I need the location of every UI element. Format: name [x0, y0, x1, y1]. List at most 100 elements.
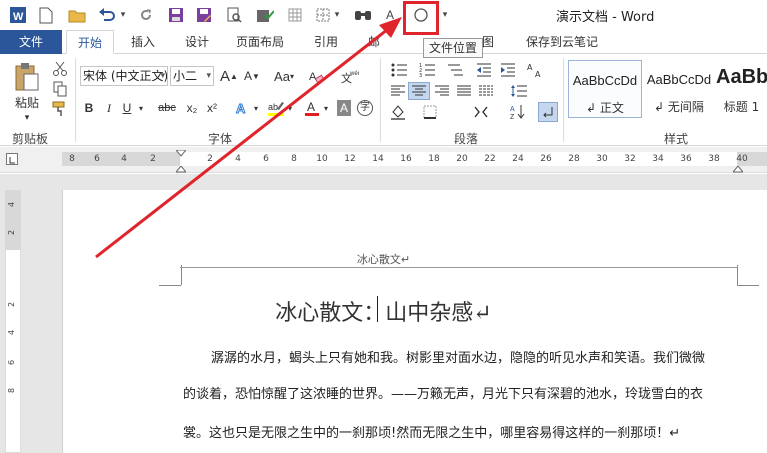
subscript-button[interactable]: x₂ — [184, 98, 200, 118]
tab-selector-icon[interactable] — [6, 153, 18, 165]
multilevel-list-icon[interactable] — [444, 60, 466, 80]
tab-mailings[interactable]: 邮 — [368, 30, 380, 54]
find-icon[interactable] — [352, 5, 374, 25]
line-spacing-icon[interactable] — [508, 82, 530, 100]
tab-home[interactable]: 开始 — [66, 30, 114, 54]
tab-view[interactable]: 图 — [482, 30, 494, 54]
new-icon[interactable] — [36, 5, 56, 25]
grow-font-button[interactable]: A ▲ — [220, 66, 238, 86]
numbering-icon[interactable]: 123 — [416, 60, 438, 80]
clear-format-icon[interactable]: A — [306, 66, 326, 86]
paragraph-line[interactable]: 潺潺的水月，蝎头上只有她和我。树影里对面水边，隐隐的听见水声和笑语。我们微微 — [183, 347, 738, 366]
increase-indent-icon[interactable] — [498, 60, 518, 80]
border-dropdown-icon[interactable]: ▾ — [332, 5, 342, 25]
align-center-icon[interactable] — [408, 82, 430, 100]
style-no-spacing[interactable]: AaBbCcDd ↲ 无间隔 — [642, 60, 716, 118]
sort-icon[interactable] — [470, 102, 492, 122]
undo-icon[interactable] — [96, 5, 118, 25]
font-size-icon[interactable]: A — [382, 5, 398, 25]
chinese-layout-icon[interactable]: AA — [524, 60, 546, 80]
change-case-button[interactable]: Aa ▾ — [270, 66, 298, 86]
underline-dropdown-icon[interactable]: ▾ — [136, 98, 146, 118]
text-effects-dropdown-icon[interactable]: ▾ — [252, 98, 260, 118]
table-icon[interactable] — [286, 5, 304, 25]
strikethrough-button[interactable]: abc — [156, 98, 178, 118]
border-icon[interactable] — [314, 5, 332, 25]
decrease-indent-icon[interactable] — [474, 60, 494, 80]
sort-az-icon[interactable]: AZ — [508, 102, 528, 122]
tab-references[interactable]: 引用 — [314, 30, 338, 54]
ruler-tick: 8 — [291, 154, 297, 164]
style-sample: AaBb — [716, 66, 767, 88]
bullets-icon[interactable] — [388, 60, 410, 80]
show-marks-icon[interactable] — [538, 102, 558, 122]
cut-icon[interactable] — [50, 60, 70, 78]
paragraph-line[interactable]: 的谈着，恐怕惊醒了这浓睡的世界。——万籁无声，月光下只有深碧的池水，玲珑雪白的衣 — [183, 383, 738, 402]
char-shading-button[interactable]: A — [336, 98, 352, 118]
clipboard-group-label: 剪贴板 — [12, 132, 49, 146]
tab-file[interactable]: 文件 — [0, 30, 62, 54]
title-bar: W ▾ ▾ A ▾ 演示文档 - Word — [0, 0, 767, 30]
horizontal-ruler[interactable]: 8 6 4 2 2 4 6 8 10 12 14 16 18 20 22 24 … — [0, 147, 767, 173]
crop-mark — [737, 285, 759, 286]
italic-button[interactable]: I — [102, 98, 116, 118]
change-case-label: Aa — [274, 68, 290, 84]
paragraph-line[interactable]: 裳。这也只是无限之生中的一刹那顷!然而无限之生中，哪里容易得这样的一刹那顷！↵ — [183, 422, 738, 441]
shading-icon[interactable] — [388, 102, 408, 122]
superscript-button[interactable]: x² — [204, 98, 220, 118]
open-icon[interactable] — [66, 5, 88, 25]
ribbon: 粘贴 ▾ 剪贴板 宋体 (中文正文)▾ 小二▾ A▲ A▼ Aa▾ A 文wén… — [0, 54, 767, 146]
redo-icon[interactable] — [137, 5, 155, 25]
font-size-select[interactable]: 小二 ▾ — [170, 66, 214, 86]
ruler-tick: 26 — [540, 154, 552, 164]
tab-page-layout[interactable]: 页面布局 — [236, 30, 284, 54]
align-right-icon[interactable] — [432, 82, 452, 100]
enclose-char-button[interactable]: 字 — [356, 98, 374, 118]
copy-icon[interactable] — [50, 80, 70, 98]
bold-button[interactable]: B — [82, 98, 96, 118]
underline-button[interactable]: U — [120, 98, 134, 118]
distributed-icon[interactable] — [476, 82, 496, 100]
highlight-icon[interactable]: ab — [266, 98, 286, 118]
align-left-icon[interactable] — [388, 82, 408, 100]
justify-icon[interactable] — [454, 82, 474, 100]
font-name-value: 宋体 (中文正文) — [83, 69, 168, 83]
borders-icon[interactable] — [420, 102, 440, 122]
font-color-icon[interactable]: A — [302, 98, 322, 118]
first-line-indent-handle[interactable] — [174, 147, 188, 157]
ruler-tick: 40 — [736, 154, 748, 164]
tab-design[interactable]: 设计 — [185, 30, 209, 54]
save-icon[interactable] — [166, 5, 186, 25]
style-heading-1[interactable]: AaBb 标题 1 — [716, 60, 767, 118]
tab-insert[interactable]: 插入 — [131, 30, 155, 54]
save-as-icon[interactable] — [194, 5, 214, 25]
tab-cloud-notes[interactable]: 保存到云笔记 — [526, 30, 598, 54]
font-name-select[interactable]: 宋体 (中文正文) ▾ — [80, 66, 168, 86]
phonetic-guide-icon[interactable]: 文wén — [340, 66, 360, 86]
vertical-ruler-tick: 4 — [7, 329, 17, 336]
spell-check-icon[interactable] — [254, 5, 276, 25]
right-indent-handle[interactable] — [731, 164, 745, 173]
ruler-tick: 28 — [568, 154, 580, 164]
crop-mark — [159, 285, 181, 286]
paste-dropdown-icon[interactable]: ▾ — [18, 112, 36, 124]
style-name-text: 标题 1 — [723, 100, 760, 114]
shrink-font-button[interactable]: A ▼ — [243, 66, 261, 86]
paste-icon[interactable] — [10, 60, 44, 94]
highlight-dropdown-icon[interactable]: ▾ — [286, 98, 294, 118]
format-painter-icon[interactable] — [50, 100, 70, 118]
word-icon[interactable]: W — [8, 5, 28, 25]
paste-button[interactable]: 粘贴 — [8, 94, 46, 110]
undo-dropdown-icon[interactable]: ▾ — [118, 5, 128, 25]
style-normal[interactable]: AaBbCcDd ↲ 正文 — [568, 60, 642, 118]
hanging-indent-handle[interactable] — [174, 164, 188, 173]
page-header[interactable]: 冰心散文↵ — [0, 251, 767, 267]
font-color-dropdown-icon[interactable]: ▾ — [322, 98, 330, 118]
ruler-tick: 10 — [316, 154, 328, 164]
document-title[interactable]: 冰心散文：山中杂感↵ — [0, 295, 767, 327]
customize-icon[interactable]: ▾ — [440, 5, 450, 25]
vertical-ruler-tick: 8 — [7, 387, 17, 394]
print-preview-icon[interactable] — [224, 5, 244, 25]
text-effects-icon[interactable]: A — [232, 98, 252, 118]
svg-text:Z: Z — [510, 114, 515, 120]
